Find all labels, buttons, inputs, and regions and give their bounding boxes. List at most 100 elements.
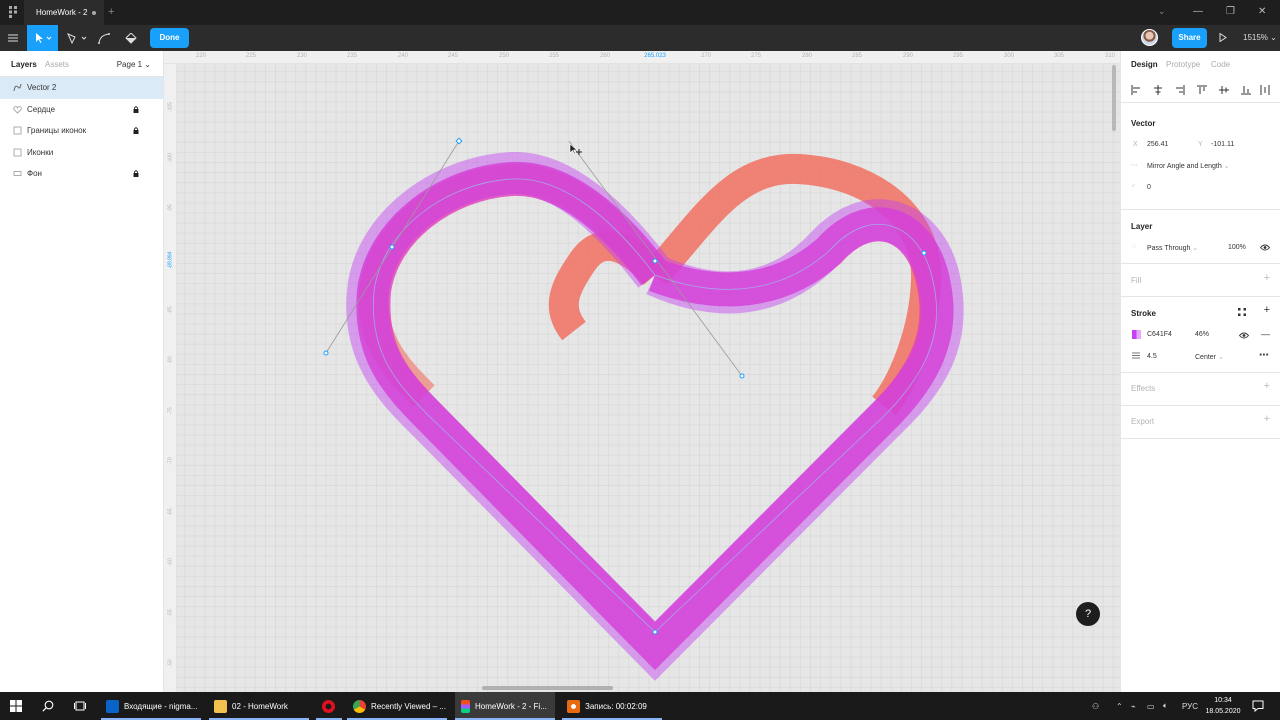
- corner-radius-input[interactable]: 0: [1147, 184, 1151, 191]
- taskbar-opera[interactable]: [316, 692, 342, 720]
- taskbar-figma[interactable]: HomeWork - 2 - Fi...: [455, 692, 555, 720]
- heart-artwork[interactable]: [164, 51, 1120, 692]
- cursor-arrow-icon: [35, 33, 51, 43]
- taskbar-outlook[interactable]: Входящие - nigma...: [101, 692, 201, 720]
- stroke-weight-input[interactable]: 4.5: [1147, 353, 1157, 360]
- y-input[interactable]: -101.11: [1211, 141, 1234, 148]
- mirror-mode-dropdown[interactable]: Mirror Angle and Length ⌄: [1147, 162, 1230, 170]
- people-icon[interactable]: ⚇: [1092, 692, 1099, 720]
- stroke-color-hex[interactable]: C641F4: [1147, 331, 1172, 338]
- vertical-scrollbar[interactable]: [1112, 65, 1116, 131]
- main-menu-button[interactable]: [4, 25, 22, 51]
- ruler-tick: 285: [851, 53, 863, 59]
- x-input[interactable]: 256.41: [1147, 141, 1168, 148]
- canvas[interactable]: 220 225 230 235 240 245 250 255 260 265.…: [164, 51, 1120, 692]
- tab-layers[interactable]: Layers: [11, 60, 37, 69]
- layer-opacity-input[interactable]: 100%: [1228, 244, 1246, 251]
- ruler-tick: 275: [750, 53, 762, 59]
- ruler-tick: -100: [167, 153, 174, 164]
- add-stroke-plus-icon[interactable]: +: [1264, 304, 1270, 316]
- align-top-icon[interactable]: [1197, 85, 1207, 95]
- blend-mode-dropdown[interactable]: Pass Through ⌄: [1147, 244, 1198, 252]
- ruler-tick: 220: [195, 53, 207, 59]
- align-right-icon[interactable]: [1175, 85, 1185, 95]
- stroke-opacity[interactable]: 46%: [1195, 331, 1209, 338]
- align-horizontal-center-icon[interactable]: [1153, 85, 1163, 95]
- distribute-icon[interactable]: [1260, 85, 1270, 95]
- tab-code[interactable]: Code: [1211, 60, 1230, 69]
- stroke-styles-grid-icon[interactable]: [1238, 308, 1246, 316]
- lock-icon[interactable]: [133, 170, 139, 179]
- tray-chevron-up-icon[interactable]: ⌃: [1116, 692, 1123, 720]
- volume-icon[interactable]: 🔈︎: [1163, 692, 1168, 720]
- figma-menu-icon[interactable]: [8, 6, 18, 18]
- document-tab-title: HomeWork - 2: [36, 8, 88, 17]
- layer-row-background[interactable]: Фон: [0, 163, 163, 185]
- horizontal-scrollbar[interactable]: [482, 686, 613, 690]
- layer-name: Фон: [27, 169, 42, 179]
- done-button[interactable]: Done: [150, 28, 189, 48]
- layer-name: Сердце: [27, 104, 56, 114]
- battery-icon[interactable]: ▭: [1147, 692, 1155, 720]
- add-export-plus-icon[interactable]: +: [1264, 413, 1270, 425]
- tab-prototype[interactable]: Prototype: [1166, 60, 1200, 69]
- paint-bucket-button[interactable]: [122, 25, 140, 51]
- maximize-icon[interactable]: ❐: [1226, 6, 1235, 17]
- move-tool-button[interactable]: [27, 25, 58, 51]
- zoom-dropdown[interactable]: 1515% ⌄: [1243, 25, 1277, 51]
- layer-row-vector-2[interactable]: Vector 2: [0, 77, 163, 99]
- search-icon[interactable]: [42, 700, 54, 712]
- tabs-chevron-icon[interactable]: ⌄: [1158, 6, 1166, 17]
- eye-icon[interactable]: [1260, 244, 1270, 251]
- minimize-icon[interactable]: —: [1193, 6, 1203, 17]
- ruler-tick: 280: [801, 53, 813, 59]
- stroke-color-swatch[interactable]: [1132, 330, 1141, 339]
- close-window-icon[interactable]: ✕: [1258, 6, 1266, 17]
- bend-tool-button[interactable]: [95, 25, 113, 51]
- x-label: X: [1133, 141, 1138, 148]
- align-bottom-icon[interactable]: [1241, 85, 1251, 95]
- layer-row-heart[interactable]: Сердце: [0, 99, 163, 121]
- user-avatar[interactable]: [1141, 29, 1158, 46]
- page-selector[interactable]: Page 1 ⌄: [117, 60, 151, 69]
- network-icon[interactable]: ⌁: [1131, 692, 1136, 720]
- layer-name: Vector 2: [27, 83, 57, 93]
- add-fill-plus-icon[interactable]: +: [1264, 272, 1270, 284]
- share-button[interactable]: Share: [1172, 28, 1207, 48]
- ruler-tick: 245: [447, 53, 459, 59]
- lock-icon[interactable]: [133, 127, 139, 136]
- more-options-icon[interactable]: ⋯: [1259, 350, 1269, 361]
- effects-section: Effects +: [1121, 373, 1280, 406]
- language-indicator[interactable]: РУС: [1182, 692, 1198, 720]
- eye-icon[interactable]: [1239, 332, 1249, 339]
- task-view-icon[interactable]: [74, 700, 86, 712]
- align-left-icon[interactable]: [1131, 85, 1141, 95]
- ruler-tick: -75: [167, 407, 174, 415]
- stroke-position-dropdown[interactable]: Center ⌄: [1195, 353, 1224, 361]
- paint-bucket-icon: [125, 32, 137, 44]
- new-tab-plus-icon[interactable]: +: [108, 6, 114, 18]
- align-vertical-center-icon[interactable]: [1219, 85, 1229, 95]
- taskbar-recorder[interactable]: Запись: 00:02:09: [562, 692, 662, 720]
- pen-tool-button[interactable]: [62, 25, 92, 51]
- tab-design[interactable]: Design: [1131, 60, 1158, 69]
- layer-row-icon-bounds[interactable]: Границы иконок: [0, 120, 163, 142]
- tab-assets[interactable]: Assets: [45, 60, 69, 69]
- add-effect-plus-icon[interactable]: +: [1264, 380, 1270, 392]
- taskbar-chrome[interactable]: Recently Viewed – ...: [347, 692, 447, 720]
- tab-close-dot-icon[interactable]: [92, 11, 96, 15]
- layer-name: Иконки: [27, 147, 54, 157]
- remove-stroke-minus-icon[interactable]: —: [1261, 329, 1270, 339]
- help-button[interactable]: ?: [1076, 602, 1100, 626]
- lock-icon[interactable]: [133, 105, 139, 115]
- document-tab[interactable]: HomeWork - 2: [24, 0, 104, 25]
- layer-row-icons[interactable]: Иконки: [0, 142, 163, 164]
- present-play-icon[interactable]: [1219, 33, 1227, 42]
- notifications-icon[interactable]: [1252, 700, 1264, 712]
- alignment-toolbar: [1121, 77, 1280, 103]
- taskbar-clock[interactable]: 10:34 18.05.2020: [1203, 695, 1243, 717]
- stroke-section-title: Stroke: [1131, 309, 1156, 318]
- vector-section-title: Vector: [1131, 119, 1156, 128]
- taskbar-explorer[interactable]: 02 - HomeWork: [209, 692, 309, 720]
- windows-start-icon[interactable]: [10, 700, 22, 712]
